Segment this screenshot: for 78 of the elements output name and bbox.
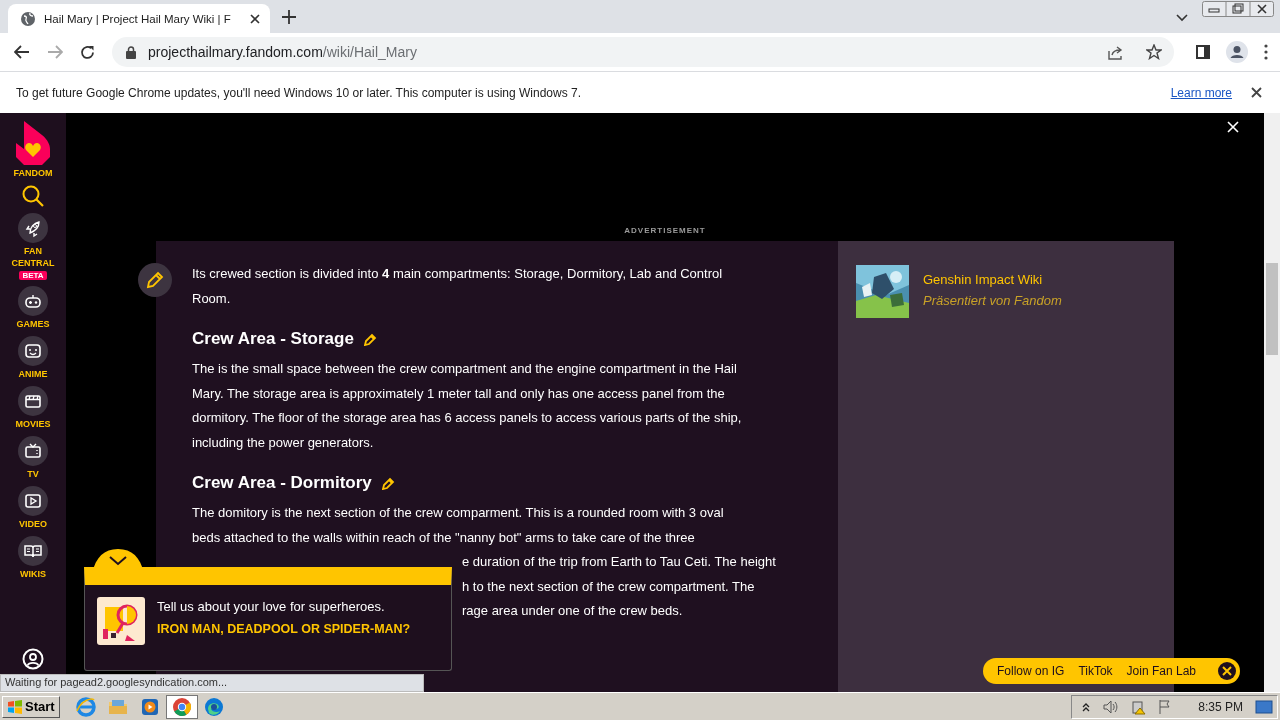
text-line: The is the small space between the crew compartment and the engine compartment in the Hail [192,360,738,378]
tab-title: Hail Mary | Project Hail Mary Wiki | F [44,12,232,25]
chrome-icon [170,695,193,718]
close-icon[interactable] [250,13,260,24]
user-icon[interactable] [22,648,44,670]
infobar-message: To get future Google Chrome updates, you'll need Windows 10 or later. This computer is using Windows 7. [16,85,582,100]
windows-logo-icon [7,698,23,715]
share-icon[interactable] [1108,44,1124,60]
social-link[interactable]: TikTok [1078,664,1113,678]
text-line: dormitory. The floor of the storage area has 6 access panels to access various parts of the ship, [192,409,743,427]
plus-icon[interactable] [282,10,296,24]
back-icon[interactable] [14,45,30,59]
pencil-icon[interactable] [363,332,377,346]
survey-question-link[interactable]: IRON MAN, DEADPOOL OR SPIDER-MAN? [157,622,411,637]
fandom-logo-icon[interactable] [16,121,50,165]
clapperboard-icon[interactable] [18,386,48,416]
rail-label[interactable]: MOVIES [3,418,63,430]
learn-more-link[interactable]: Learn more [1170,85,1232,100]
close-icon[interactable] [1218,662,1236,680]
chevron-down-icon[interactable] [1176,14,1188,22]
url-text: projecthailmary.fandom.com/wiki/Hail_Mary [148,44,417,60]
star-icon[interactable] [1146,44,1162,60]
network-icon[interactable] [1130,698,1147,715]
survey-text: Tell us about your love for superheroes. [157,599,386,614]
browser-tab[interactable]: Hail Mary | Project Hail Mary Wiki | F [8,4,270,33]
social-link[interactable]: Follow on IG [997,664,1065,678]
search-icon[interactable] [22,185,44,207]
tv-icon[interactable] [18,436,48,466]
speaker-icon[interactable] [1102,698,1119,715]
beta-badge: BETA [19,271,47,280]
gamepad-icon[interactable] [18,286,48,316]
menu-icon[interactable] [1264,44,1268,60]
status-bubble: Waiting for pagead2.googlesyndication.com... [0,674,424,692]
address-bar[interactable]: projecthailmary.fandom.com/wiki/Hail_Mary [112,37,1174,67]
close-icon[interactable] [1251,87,1262,98]
rail-label[interactable]: ANIME [3,368,63,380]
rail-label[interactable]: VIDEO [3,518,63,530]
clock[interactable]: 8:35 PM [1198,699,1243,714]
taskbar-app[interactable] [165,694,198,719]
flag-icon[interactable] [1158,698,1173,715]
advertisement-label: ADVERTISEMENT [624,226,706,235]
text-line: including the power generators. [192,433,375,452]
paragraph: Its crewed section is divided into 4 main compartments: Storage, Dormitory, Lab and Control Room. [192,265,724,308]
pencil-icon[interactable] [138,263,172,297]
rail-label[interactable]: GAMES [3,318,63,330]
text-line: rage area under one of the crew beds. [462,602,683,620]
presented-by-text: Präsentiert von Fandom [923,293,1062,308]
rail-label[interactable]: FANDOM [3,167,63,179]
ie-icon [74,695,97,718]
reload-icon[interactable] [80,44,95,60]
social-link[interactable]: Join Fan Lab [1126,664,1196,678]
rocket-icon[interactable] [18,213,48,243]
rail-label[interactable]: FAN CENTRAL [3,245,63,269]
scrollbar-thumb[interactable] [1266,263,1278,355]
edge-icon [202,695,225,718]
scrollbar[interactable] [1264,113,1280,692]
face-icon[interactable] [18,336,48,366]
play-icon[interactable] [18,486,48,516]
show-desktop-icon[interactable] [1255,698,1273,715]
text-line: Mary. The storage area is approximately 1 meter tall and only has one access panel from the [192,384,726,403]
text-line: beds attached to the walls within reach of the "nanny bot" arms to take care of the three [192,528,696,547]
section-heading: Crew Area - Storage [192,329,354,349]
book-icon[interactable] [18,536,48,566]
magnifier-chart-icon [97,597,145,645]
globe-icon [20,10,36,27]
section-heading: Crew Area - Dormitory [192,473,372,493]
chevron-up-icon[interactable] [1082,701,1091,712]
wiki-link[interactable]: Genshin Impact Wiki [923,272,1062,287]
start-button[interactable]: Start [2,695,60,718]
side-panel-icon[interactable] [1196,45,1210,59]
text-line: h to the next section of the crew compartment. The [462,577,755,596]
pencil-icon[interactable] [381,476,395,490]
text-line: e duration of the trip from Earth to Tau Ceti. The height [462,553,776,571]
rail-label[interactable]: TV [3,468,63,480]
text-line: The domitory is the next section of the crew comparment. This is a rounded room with 3 oval [192,504,725,522]
profile-icon[interactable] [1226,41,1248,63]
lock-icon [126,45,136,59]
rail-label[interactable]: WIKIS [3,568,63,580]
